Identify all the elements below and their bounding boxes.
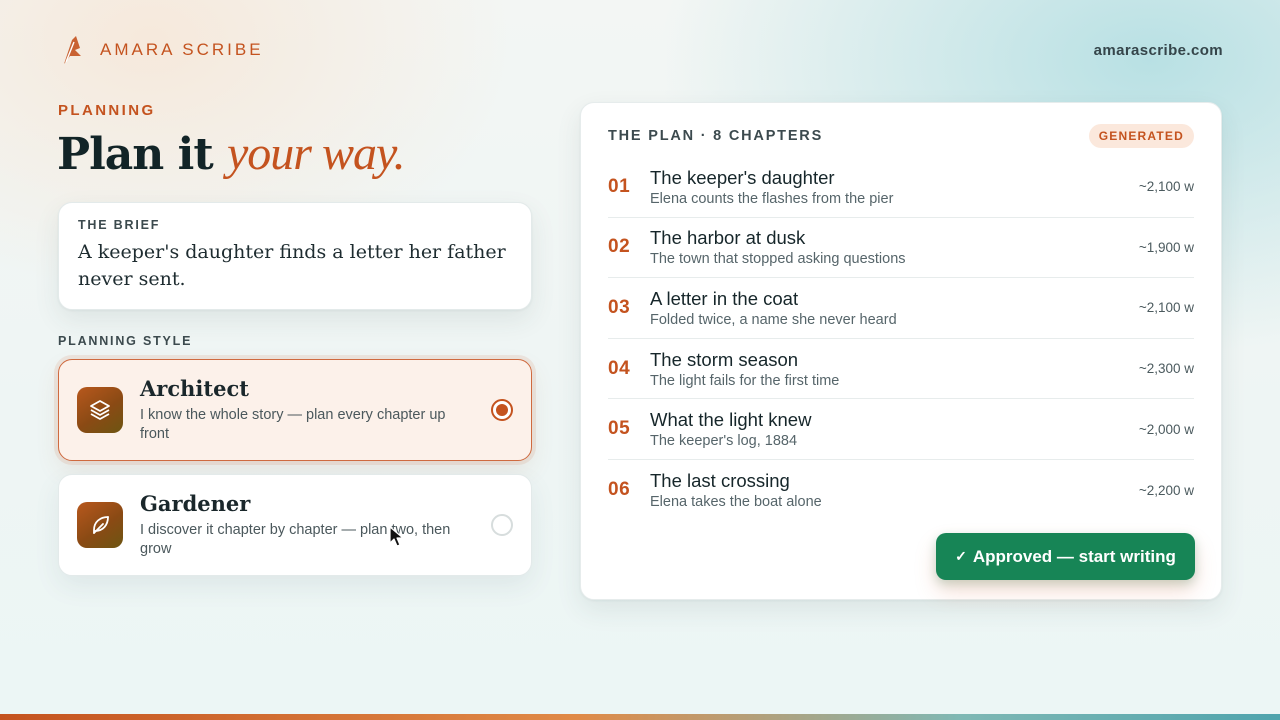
brand: AMARA SCRIBE <box>60 34 264 66</box>
chapter-word-count: ~2,100 w <box>1138 179 1194 195</box>
chapter-number: 04 <box>608 357 631 379</box>
chapter-row[interactable]: 04 The storm season The light fails for … <box>608 339 1194 400</box>
plan-panel: THE PLAN · 8 CHAPTERS GENERATED 01 The k… <box>580 102 1222 600</box>
option-title: Gardener <box>140 491 251 516</box>
chapter-title: The harbor at dusk <box>650 227 806 249</box>
chapter-row[interactable]: 05 What the light knew The keeper's log,… <box>608 399 1194 460</box>
chapter-number: 01 <box>608 175 631 197</box>
layers-icon <box>77 387 123 433</box>
plan-header: THE PLAN · 8 CHAPTERS GENERATED <box>608 124 1194 148</box>
chapter-text: A letter in the coat Folded twice, a nam… <box>650 288 1139 328</box>
chapter-row[interactable]: 01 The keeper's daughter Elena counts th… <box>608 157 1194 218</box>
chapter-text: The last crossing Elena takes the boat a… <box>650 470 1139 510</box>
option-description: I discover it chapter by chapter — plan … <box>140 522 451 557</box>
chapter-subtitle: Elena counts the flashes from the pier <box>650 190 894 207</box>
chapter-subtitle: Folded twice, a name she never heard <box>650 311 897 328</box>
chapter-word-count: ~2,000 w <box>1138 421 1194 437</box>
approve-start-writing-button[interactable]: ✓ Approved — start writing <box>936 533 1195 580</box>
chapter-text: What the light knew The keeper's log, 18… <box>650 409 1139 449</box>
brief-text: A keeper's daughter finds a letter her f… <box>78 241 506 290</box>
chapter-title: The keeper's daughter <box>650 166 835 188</box>
option-description: I know the whole story — plan every chap… <box>140 407 446 442</box>
radio-architect[interactable] <box>491 399 513 421</box>
chapter-list: 01 The keeper's daughter Elena counts th… <box>608 157 1194 521</box>
option-architect[interactable]: Architect I know the whole story — plan … <box>58 359 532 461</box>
chapter-title: What the light knew <box>650 409 812 431</box>
chapter-text: The harbor at dusk The town that stopped… <box>650 227 1139 267</box>
option-gardener-body: Gardener I discover it chapter by chapte… <box>140 491 491 559</box>
chapter-number: 06 <box>608 479 631 501</box>
chapter-subtitle: Elena takes the boat alone <box>650 494 822 511</box>
check-icon: ✓ <box>955 548 967 564</box>
site-url[interactable]: amarascribe.com <box>1094 42 1223 59</box>
chapter-title: A letter in the coat <box>650 287 799 309</box>
brief-label: THE BRIEF <box>78 218 161 232</box>
bottom-accent-bar <box>0 714 1280 720</box>
chapter-word-count: ~2,200 w <box>1138 482 1194 498</box>
chapter-text: The keeper's daughter Elena counts the f… <box>650 167 1139 207</box>
mouse-cursor-icon <box>389 526 404 547</box>
chapter-number: 02 <box>608 236 631 258</box>
status-badge: GENERATED <box>1088 124 1194 148</box>
option-architect-body: Architect I know the whole story — plan … <box>140 376 491 444</box>
option-title: Architect <box>140 376 249 401</box>
chapter-text: The storm season The light fails for the… <box>650 349 1139 389</box>
option-gardener[interactable]: Gardener I discover it chapter by chapte… <box>58 474 532 576</box>
planning-style-label: PLANNING STYLE <box>58 334 193 348</box>
chapter-row[interactable]: 06 The last crossing Elena takes the boa… <box>608 460 1194 521</box>
plan-title: THE PLAN · 8 CHAPTERS <box>608 128 824 144</box>
chapter-word-count: ~1,900 w <box>1138 239 1194 255</box>
radio-gardener[interactable] <box>491 514 513 536</box>
chapter-subtitle: The keeper's log, 1884 <box>650 433 798 450</box>
chapter-subtitle: The light fails for the first time <box>650 372 840 389</box>
page-title: Plan it your way. <box>57 126 406 181</box>
chapter-row[interactable]: 02 The harbor at dusk The town that stop… <box>608 218 1194 279</box>
feather-icon <box>77 502 123 548</box>
approve-button-label: Approved — start writing <box>972 546 1176 566</box>
brand-name: AMARA SCRIBE <box>100 40 264 59</box>
chapter-number: 03 <box>608 296 631 318</box>
chapter-number: 05 <box>608 418 631 440</box>
chapter-word-count: ~2,100 w <box>1138 300 1194 316</box>
chapter-row[interactable]: 03 A letter in the coat Folded twice, a … <box>608 278 1194 339</box>
section-eyebrow: PLANNING <box>58 102 156 119</box>
headline-main: Plan it <box>57 129 214 180</box>
quill-logo-icon <box>64 36 81 64</box>
chapter-title: The last crossing <box>650 470 790 492</box>
headline-accent: your way. <box>227 127 406 180</box>
chapter-subtitle: The town that stopped asking questions <box>650 251 906 268</box>
brief-card: THE BRIEF A keeper's daughter finds a le… <box>58 202 532 310</box>
chapter-word-count: ~2,300 w <box>1138 361 1194 377</box>
chapter-title: The storm season <box>650 348 799 370</box>
